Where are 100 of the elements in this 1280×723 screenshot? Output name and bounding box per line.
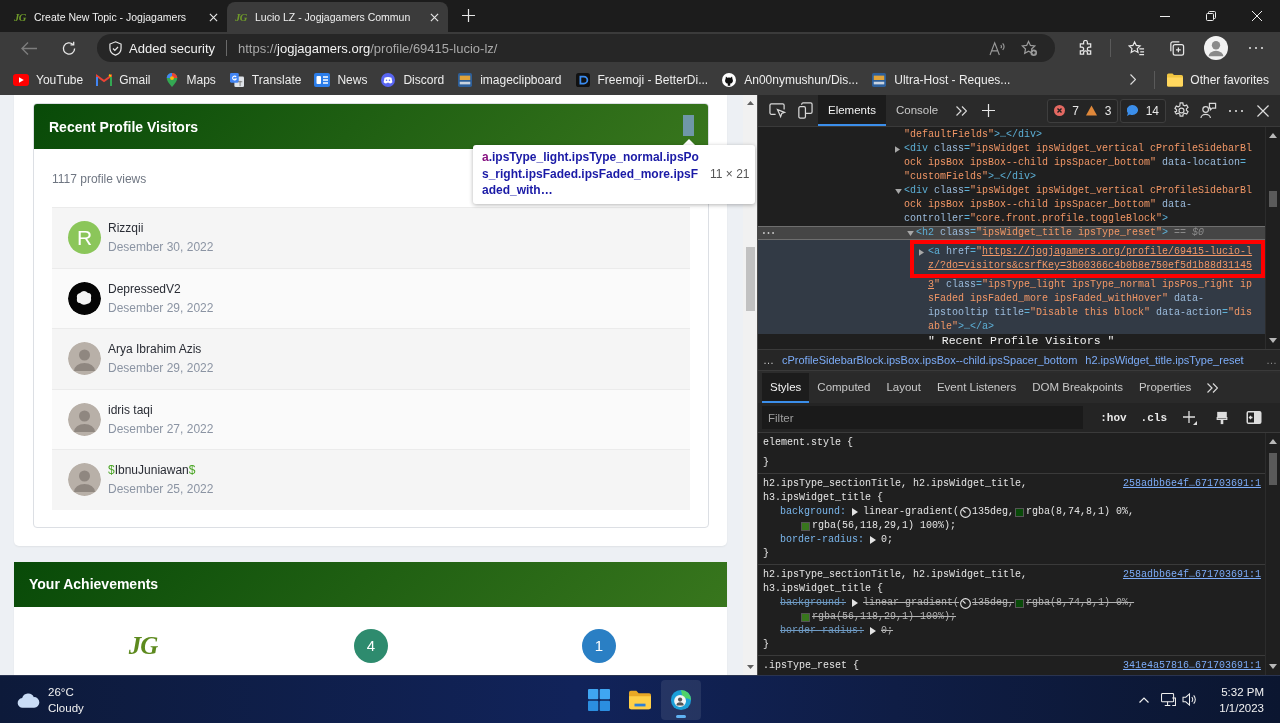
scroll-down-icon[interactable] [1269,664,1277,669]
pane-tab[interactable]: Computed [809,373,879,403]
bookmark-link[interactable]: YouTube [8,67,89,92]
css-value[interactable]: rgba(56,118,29,1) 100%); [812,610,957,624]
avatar-placeholder[interactable] [68,402,101,436]
caret-right-icon[interactable] [852,508,858,516]
achievement-badge[interactable]: 4 [354,628,388,663]
breadcrumb-scroll-left[interactable]: … [763,354,774,366]
network-icon[interactable] [1161,693,1177,706]
caret-right-icon[interactable] [852,599,858,607]
bookmark-link[interactable]: Maps [158,67,221,92]
scrollbar[interactable] [1265,433,1280,675]
taskbar-app[interactable] [661,679,701,720]
css-value[interactable]: linear-gradient( [863,596,960,610]
source-link[interactable]: 341e4a57816…671703691:1 [1122,659,1261,673]
css-value[interactable]: 135deg, [972,596,1015,610]
color-swatch-icon[interactable] [1015,507,1025,517]
bookmark-link[interactable]: imageclipboard [452,67,567,92]
css-value[interactable]: linear-gradient( [863,505,960,519]
clock-time[interactable]: 5:32 PM [1221,683,1264,700]
avatar-placeholder[interactable] [68,342,101,376]
breadcrumb-link[interactable]: h2.ipsWidget_title.ipsType_reset [1085,354,1244,366]
filter-toggle[interactable]: .cls [1135,406,1172,429]
devtools-tab[interactable]: Elements [818,95,886,126]
css-property[interactable]: background: [780,596,846,610]
source-link[interactable]: 258adbb6e4f…671703691:1 [1122,568,1261,582]
visitor-row[interactable]: DepressedV2 Desember 29, 2022 [52,267,690,328]
pane-tab[interactable]: Properties [1130,373,1200,403]
css-property[interactable]: border-radius: [780,533,864,547]
browser-tab[interactable]: JG Lucio LZ - Jogjagamers Commun [227,2,448,32]
avatar-image[interactable] [68,281,101,315]
scrollbar[interactable] [1265,127,1280,349]
pane-tab[interactable]: Layout [878,373,929,403]
filter-toggle[interactable]: :hov [1095,406,1132,429]
hovered-node-highlight[interactable] [758,240,1265,334]
bookmark-link[interactable]: Freemoji - BetterDi... [569,67,714,92]
scrollbar-thumb[interactable] [1269,453,1277,485]
color-swatch-icon[interactable] [801,612,810,622]
breadcrumb-scroll-right[interactable]: … [1266,354,1277,366]
pane-tab[interactable]: DOM Breakpoints [1024,373,1131,403]
weather-temperature[interactable]: 26°C [48,683,84,700]
visitor-row[interactable]: $IbnuJuniawan$ Desember 25, 2022 [52,449,690,510]
bookmark-link[interactable]: Gmail [91,67,156,92]
scroll-up-icon[interactable] [746,101,754,105]
caret-down-icon[interactable] [895,188,902,194]
bookmark-link[interactable]: Ultra-Host - Reques... [866,67,1016,92]
bookmark-link[interactable]: Translate [223,67,307,92]
devtools-tab[interactable]: Console [885,95,949,126]
weather-condition[interactable]: Cloudy [48,699,84,716]
issues-counter[interactable]: 7 3 [1046,98,1119,123]
visitor-row[interactable]: Arya Ibrahim Azis Desember 29, 2022 [52,328,690,389]
visitor-name[interactable]: idris taqi [108,401,214,418]
caret-down-icon[interactable] [907,230,914,236]
scroll-down-icon[interactable] [1269,338,1277,343]
messages-counter[interactable]: 14 [1120,98,1166,123]
selected-node-row[interactable]: <h2 class="ipsWidget_title ipsType_reset"> == $0 [758,226,1265,240]
angle-icon[interactable] [960,597,972,609]
bookmark-link[interactable]: Discord [375,67,450,92]
css-property[interactable]: background: [780,505,846,519]
css-value[interactable]: rgba(56,118,29,1) 100%); [812,519,957,533]
visitor-row[interactable]: idris taqi Desember 27, 2022 [52,388,690,449]
css-value[interactable]: 0; [881,624,894,638]
scroll-up-icon[interactable] [1269,439,1277,444]
volume-icon[interactable] [1182,693,1198,706]
visitor-name[interactable]: DepressedV2 [108,280,214,297]
source-link[interactable]: 258adbb6e4f…671703691:1 [1122,477,1261,491]
scroll-down-icon[interactable] [746,665,754,669]
bookmark-link[interactable]: News [309,67,373,92]
browser-tab[interactable]: JG Create New Topic - Jogjagamers [6,2,227,32]
angle-icon[interactable] [960,506,972,518]
other-favorites-button[interactable]: Other favorites [1162,67,1274,92]
css-value[interactable]: rgba(8,74,8,1) 0%, [1026,505,1135,519]
scrollbar-thumb[interactable] [1269,191,1277,207]
pane-tab[interactable]: Styles [762,373,810,403]
visitor-row[interactable]: R Rizzqii Desember 30, 2022 [52,207,690,268]
color-swatch-icon[interactable] [801,521,810,531]
avatar-placeholder[interactable] [68,463,101,497]
clock-date[interactable]: 1/1/2023 [1219,699,1264,716]
css-value[interactable]: 0; [881,533,894,547]
scroll-up-icon[interactable] [1269,133,1277,138]
pane-tab[interactable]: Event Listeners [928,373,1025,403]
url-text[interactable]: https://jogjagamers.org/profile/69415-lucio-lz/ [238,40,498,56]
color-swatch-icon[interactable] [1015,598,1025,608]
address-bar[interactable]: Added security https://jogjagamers.org/profile/69415-lucio-lz/ [97,34,1055,62]
achievement-badge[interactable]: 1 [582,628,616,663]
scrollbar-thumb[interactable] [745,247,755,311]
filter-field[interactable]: Filter [762,406,1084,429]
bookmark-link[interactable]: An00nymushun/Dis... [716,67,864,92]
css-property[interactable]: border-radius: [780,624,864,638]
visitor-name[interactable]: $IbnuJuniawan$ [108,462,214,479]
caret-right-icon[interactable] [870,627,876,635]
css-value[interactable]: 135deg, [972,505,1015,519]
security-button[interactable]: Added security [109,36,215,60]
css-value[interactable]: rgba(8,74,8,1) 0%, [1026,596,1135,610]
visitor-name[interactable]: Arya Ibrahim Azis [108,341,214,358]
visitor-name[interactable]: Rizzqii [108,220,214,237]
caret-right-icon[interactable] [870,536,876,544]
cloud-icon[interactable] [17,691,40,708]
breadcrumb-link[interactable]: cProfileSidebarBlock.ipsBox.ipsBox--child.ipsSpacer_bottom [782,354,1078,366]
caret-right-icon[interactable] [895,145,900,153]
